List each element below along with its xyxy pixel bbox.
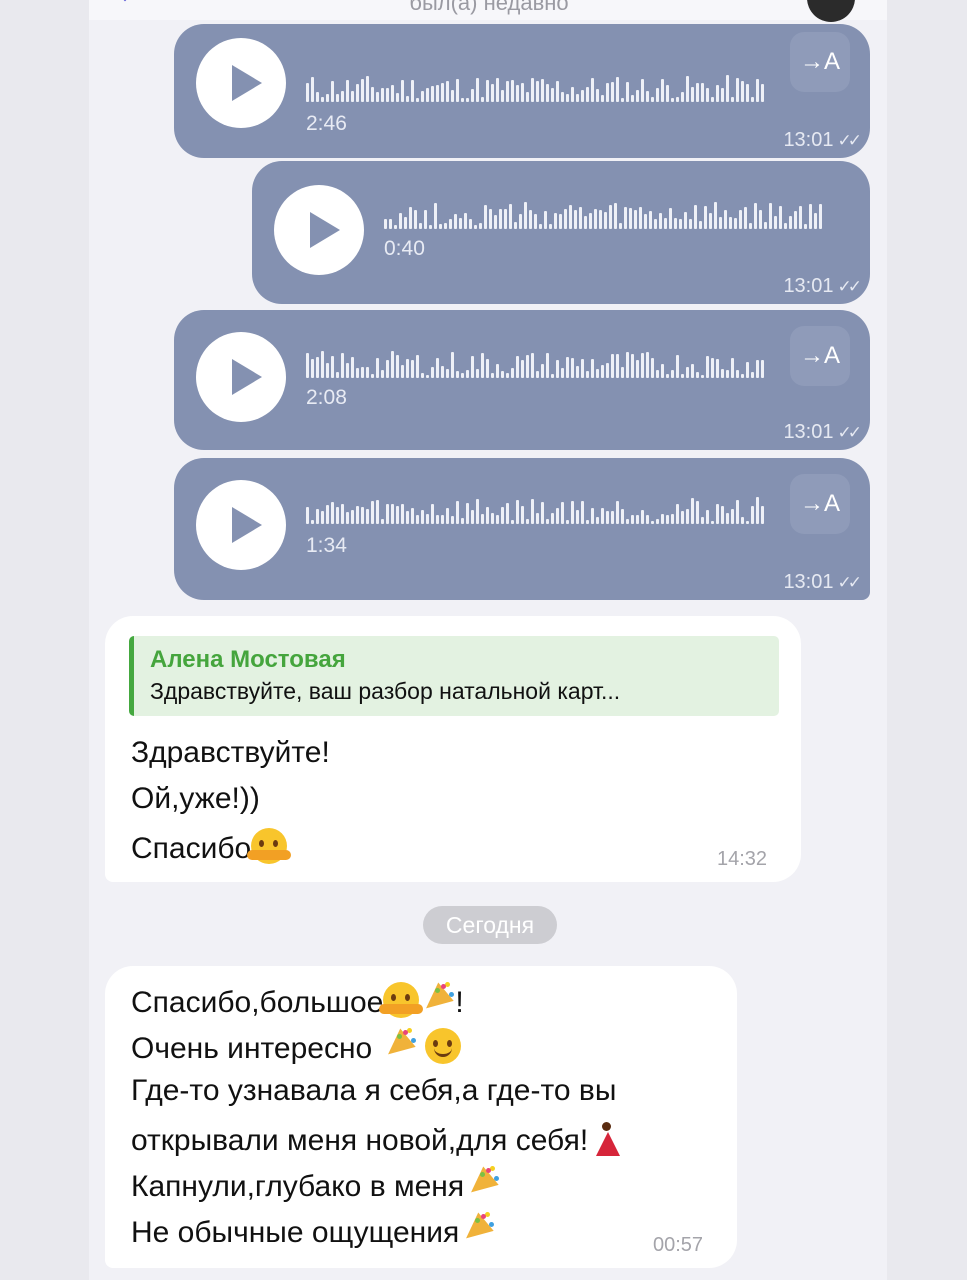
message-line: Здравствуйте! [131, 736, 330, 769]
incoming-message[interactable]: Алена Мостовая Здравствуйте, ваш разбор … [105, 616, 801, 882]
voice-message[interactable]: 1:34 →A 13:01 ✓✓ [174, 458, 870, 600]
message-time: 13:01 ✓✓ [783, 421, 862, 444]
chat-window: был(а) недавно 2:46 →A 13:01 ✓✓ 0:40 13:0… [89, 0, 887, 1280]
party-popper-emoji [459, 1212, 495, 1248]
message-line: Ой,уже!)) [131, 782, 260, 815]
message-line: Не обычные ощущения [131, 1212, 495, 1250]
voice-waveform[interactable] [306, 74, 766, 102]
message-line: Спасибо,большое! [131, 982, 464, 1020]
date-divider: Сегодня [423, 906, 557, 944]
message-time: 13:01 ✓✓ [783, 571, 862, 594]
hugging-face-emoji [247, 828, 292, 864]
read-checkmarks-icon: ✓✓ [837, 277, 862, 296]
message-line: Где-то узнавала я себя,а где-то вы [131, 1074, 617, 1107]
party-popper-emoji [381, 1028, 417, 1064]
chat-header: был(а) недавно [89, 0, 887, 22]
time-text: 13:01 [783, 129, 834, 151]
time-text: 13:01 [783, 275, 834, 297]
party-popper-emoji [419, 982, 455, 1018]
message-text: Спасибо,большое [131, 986, 384, 1019]
message-line: Очень интересно [131, 1028, 461, 1066]
dancer-emoji [588, 1120, 624, 1156]
message-text: ! [455, 986, 464, 1019]
voice-message[interactable]: 2:46 →A 13:01 ✓✓ [174, 24, 870, 158]
play-icon[interactable] [196, 332, 286, 422]
smiling-face-emoji [424, 1028, 461, 1064]
message-line: Спасибо [131, 828, 292, 866]
message-time: 13:01 ✓✓ [783, 275, 862, 298]
read-checkmarks-icon: ✓✓ [837, 131, 862, 150]
play-icon[interactable] [196, 38, 286, 128]
incoming-message[interactable]: Спасибо,большое! Очень интересно Где-то … [105, 966, 737, 1268]
message-time: 14:32 [717, 848, 768, 870]
party-popper-emoji [464, 1166, 500, 1202]
translate-icon[interactable]: →A [790, 474, 850, 534]
voice-waveform[interactable] [384, 201, 824, 229]
message-time: 13:01 ✓✓ [783, 129, 862, 152]
play-icon[interactable] [196, 480, 286, 570]
voice-duration: 0:40 [384, 237, 425, 260]
contact-status: был(а) недавно [409, 0, 569, 15]
read-checkmarks-icon: ✓✓ [837, 573, 862, 592]
time-text: 13:01 [783, 571, 834, 593]
message-line: открывали меня новой,для себя! [131, 1120, 624, 1158]
voice-message[interactable]: 0:40 13:01 ✓✓ [252, 161, 870, 304]
reply-author: Алена Мостовая [150, 646, 346, 673]
message-text: Очень интересно [131, 1032, 373, 1065]
voice-message[interactable]: 2:08 →A 13:01 ✓✓ [174, 310, 870, 450]
voice-duration: 2:08 [306, 386, 347, 409]
message-line: Капнули,глубако в меня [131, 1166, 500, 1204]
hugging-face-emoji [379, 982, 424, 1018]
voice-waveform[interactable] [306, 496, 766, 524]
voice-waveform[interactable] [306, 350, 766, 378]
message-text: открывали меня новой,для себя! [131, 1124, 589, 1157]
voice-duration: 2:46 [306, 112, 347, 135]
message-text: Капнули,глубако в меня [131, 1170, 465, 1203]
avatar[interactable] [807, 0, 855, 22]
translate-icon[interactable]: →A [790, 326, 850, 386]
read-checkmarks-icon: ✓✓ [837, 423, 862, 442]
message-text: Спасибо [131, 832, 252, 865]
time-text: 13:01 [783, 421, 834, 443]
voice-duration: 1:34 [306, 534, 347, 557]
reply-text: Здравствуйте, ваш разбор натальной карт.… [150, 678, 621, 704]
play-icon[interactable] [274, 185, 364, 275]
message-time: 00:57 [653, 1234, 704, 1256]
back-arrow-icon[interactable] [113, 0, 137, 2]
reply-quote[interactable]: Алена Мостовая Здравствуйте, ваш разбор … [129, 636, 779, 716]
translate-icon[interactable]: →A [790, 32, 850, 92]
message-text: Не обычные ощущения [131, 1216, 460, 1249]
